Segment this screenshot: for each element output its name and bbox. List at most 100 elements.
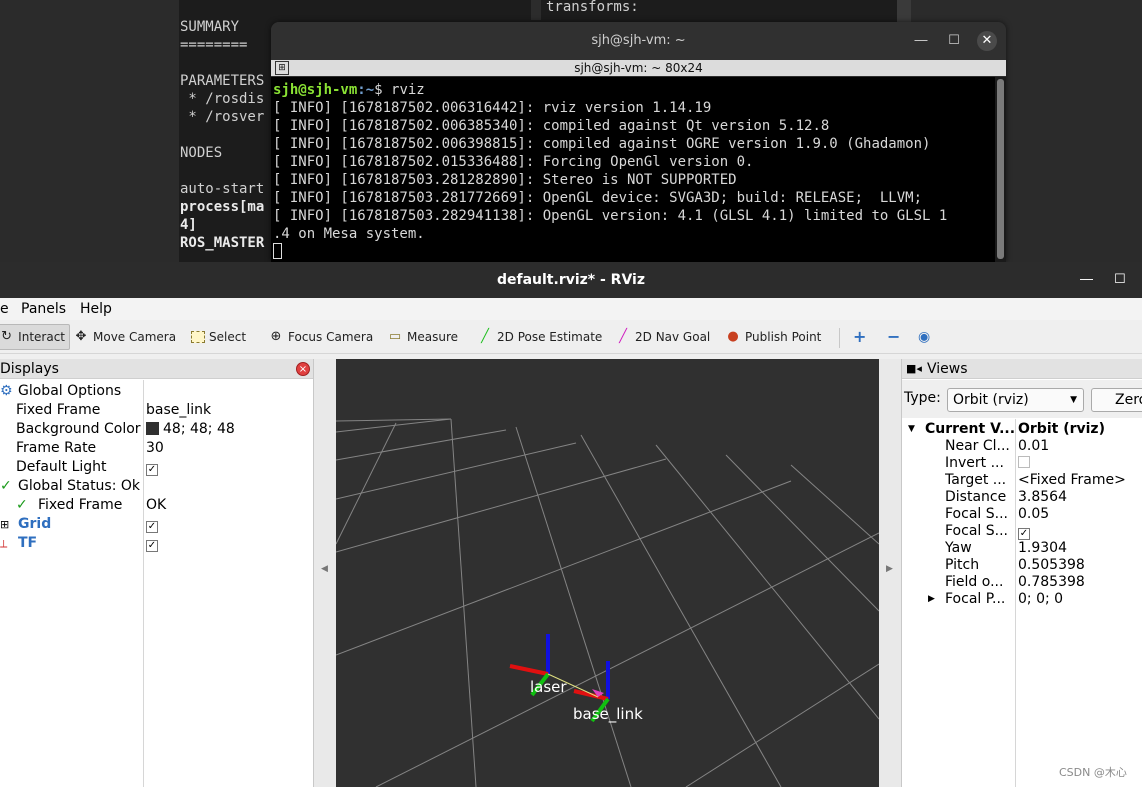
close-icon[interactable]: ×: [296, 362, 310, 376]
nav-goal-button[interactable]: ╱ 2D Nav Goal: [615, 324, 710, 350]
frame-rate-value[interactable]: 30: [146, 439, 164, 458]
ground-grid: [336, 418, 879, 787]
tree-row-fixed-frame[interactable]: Fixed Frame base_link: [0, 401, 313, 420]
minimize-icon[interactable]: ―: [911, 31, 931, 51]
default-light-checkbox[interactable]: ✓: [146, 458, 158, 477]
3d-render-view[interactable]: laser base_link: [336, 359, 879, 787]
measure-button[interactable]: ▭ Measure: [387, 324, 458, 350]
view-prop-value[interactable]: 0.785398: [1018, 574, 1085, 591]
background-terminal-line: * /rosver: [180, 109, 265, 125]
view-prop-value[interactable]: 1.9304: [1018, 540, 1067, 557]
grid-enabled-checkbox[interactable]: ✓: [146, 515, 158, 534]
terminal-scrollbar[interactable]: [995, 77, 1006, 262]
new-tab-icon[interactable]: ⊞: [275, 61, 289, 75]
terminal-log-line: [ INFO] [1678187502.006398815]: compiled…: [273, 136, 931, 152]
fixed-frame-value[interactable]: base_link: [146, 401, 211, 420]
pose-estimate-icon: ╱: [481, 329, 489, 344]
view-prop-key: Yaw: [945, 540, 972, 556]
publish-point-label: Publish Point: [745, 330, 822, 344]
view-prop-key: Near Cl...: [945, 438, 1010, 454]
maximize-icon[interactable]: ☐: [944, 31, 964, 51]
tree-row-status-fixed-frame[interactable]: ✓ Fixed Frame OK: [0, 496, 313, 515]
view-prop-row[interactable]: Distance 3.8564: [902, 489, 1142, 506]
tree-row-global-options[interactable]: ⚙ Global Options: [0, 382, 313, 401]
views-header: ■◂ Views: [902, 359, 1142, 379]
add-tool-icon[interactable]: +: [853, 324, 866, 350]
tree-row-grid[interactable]: ⊞ Grid ✓: [0, 515, 313, 534]
right-splitter[interactable]: ▶: [879, 359, 901, 787]
background-color-value-cell[interactable]: 48; 48; 48: [146, 420, 235, 439]
view-prop-row[interactable]: Focal S... ✓: [902, 523, 1142, 540]
scrollbar-thumb[interactable]: [997, 79, 1004, 259]
view-prop-row[interactable]: Pitch 0.505398: [902, 557, 1142, 574]
zero-button[interactable]: Zero: [1091, 388, 1142, 412]
view-prop-key: Focal S...: [945, 506, 1008, 522]
move-camera-button[interactable]: ✥ Move Camera: [73, 324, 177, 350]
terminal-tab-label: sjh@sjh-vm: ~ 80x24: [574, 61, 703, 75]
view-prop-row[interactable]: Near Cl... 0.01: [902, 438, 1142, 455]
left-splitter[interactable]: ◀: [314, 359, 336, 787]
terminal-output[interactable]: sjh@sjh-vm:~$ rviz [ INFO] [1678187502.0…: [271, 77, 995, 262]
laser-x-axis: [509, 664, 549, 676]
collapse-right-icon[interactable]: ▶: [886, 564, 893, 574]
view-prop-value[interactable]: 0.01: [1018, 438, 1049, 455]
background-color-value: 48; 48; 48: [163, 421, 235, 437]
chevron-right-icon[interactable]: ▶: [928, 591, 935, 608]
view-prop-row[interactable]: Yaw 1.9304: [902, 540, 1142, 557]
ok-check-icon: ✓: [0, 478, 12, 494]
view-prop-value[interactable]: <Fixed Frame>: [1018, 472, 1126, 489]
interact-button[interactable]: ↻ Interact: [0, 324, 70, 350]
view-prop-value[interactable]: 0.505398: [1018, 557, 1085, 574]
displays-header: Displays ×: [0, 359, 313, 379]
background-terminal-line: process[ma: [180, 199, 265, 215]
view-prop-row[interactable]: Field o... 0.785398: [902, 574, 1142, 591]
select-button[interactable]: Select: [191, 324, 246, 350]
close-icon[interactable]: ✕: [977, 31, 997, 51]
minimize-icon[interactable]: ―: [1080, 262, 1093, 298]
view-prop-key: Focal S...: [945, 523, 1008, 539]
pose-estimate-button[interactable]: ╱ 2D Pose Estimate: [477, 324, 602, 350]
tool-bar: ↻ Interact ✥ Move Camera Select ⊕ Focus Cam…: [0, 320, 1142, 354]
focus-camera-button[interactable]: ⊕ Focus Camera: [268, 324, 374, 350]
background-terminal-line: * /rosdis: [180, 91, 265, 107]
background-terminal-line: ROS_MASTER: [180, 235, 265, 251]
maximize-icon[interactable]: ☐: [1114, 262, 1126, 298]
view-prop-row[interactable]: Invert ...: [902, 455, 1142, 472]
frame-label-base-link: base_link: [573, 705, 643, 724]
publish-point-button[interactable]: ● Publish Point: [725, 324, 821, 350]
remove-tool-icon[interactable]: −: [887, 324, 900, 350]
prompt-path: :~: [357, 82, 375, 98]
view-prop-row[interactable]: Target ... <Fixed Frame>: [902, 472, 1142, 489]
eye-icon[interactable]: ◉: [918, 324, 930, 350]
view-prop-value[interactable]: 3.8564: [1018, 489, 1067, 506]
tf-enabled-checkbox[interactable]: ✓: [146, 534, 158, 553]
view-prop-value[interactable]: 0; 0; 0: [1018, 591, 1063, 608]
tree-row-current-view[interactable]: ▼ Current V... Orbit (rviz): [902, 421, 1142, 438]
focal-shape-checkbox[interactable]: ✓: [1018, 523, 1030, 540]
view-prop-key: Distance: [945, 489, 1007, 505]
global-status-label: Global Status: Ok: [18, 478, 141, 494]
menu-file[interactable]: e: [0, 298, 9, 320]
background-terminal-line: ========: [180, 37, 248, 53]
terminal-log-line: [ INFO] [1678187502.006316442]: rviz ver…: [273, 100, 712, 116]
tree-row-default-light[interactable]: Default Light ✓: [0, 458, 313, 477]
current-view-value: Orbit (rviz): [1018, 421, 1105, 437]
view-prop-row[interactable]: ▶ Focal P... 0; 0; 0: [902, 591, 1142, 608]
terminal-titlebar[interactable]: sjh@sjh-vm: ~ ― ☐ ✕: [271, 22, 1006, 60]
view-type-dropdown[interactable]: Orbit (rviz) ▼: [947, 388, 1084, 412]
view-prop-value[interactable]: 0.05: [1018, 506, 1049, 523]
invert-checkbox[interactable]: [1018, 455, 1030, 472]
terminal-tab-bar: ⊞ sjh@sjh-vm: ~ 80x24: [271, 60, 1006, 76]
rviz-titlebar[interactable]: default.rviz* - RViz ― ☐: [0, 262, 1142, 298]
chevron-down-icon: ▼: [908, 424, 915, 434]
view-prop-row[interactable]: Focal S... 0.05: [902, 506, 1142, 523]
menu-help[interactable]: Help: [80, 298, 112, 320]
checkbox-checked-icon: ✓: [146, 540, 158, 552]
tree-row-global-status[interactable]: ✓ Global Status: Ok: [0, 477, 313, 496]
collapse-left-icon[interactable]: ◀: [321, 564, 328, 574]
tree-row-background-color[interactable]: Background Color 48; 48; 48: [0, 420, 313, 439]
rviz-window: default.rviz* - RViz ― ☐ e Panels Help ↻…: [0, 262, 1142, 787]
tree-row-frame-rate[interactable]: Frame Rate 30: [0, 439, 313, 458]
tree-row-tf[interactable]: ⟂ TF ✓: [0, 534, 313, 553]
menu-panels[interactable]: Panels: [21, 298, 66, 320]
